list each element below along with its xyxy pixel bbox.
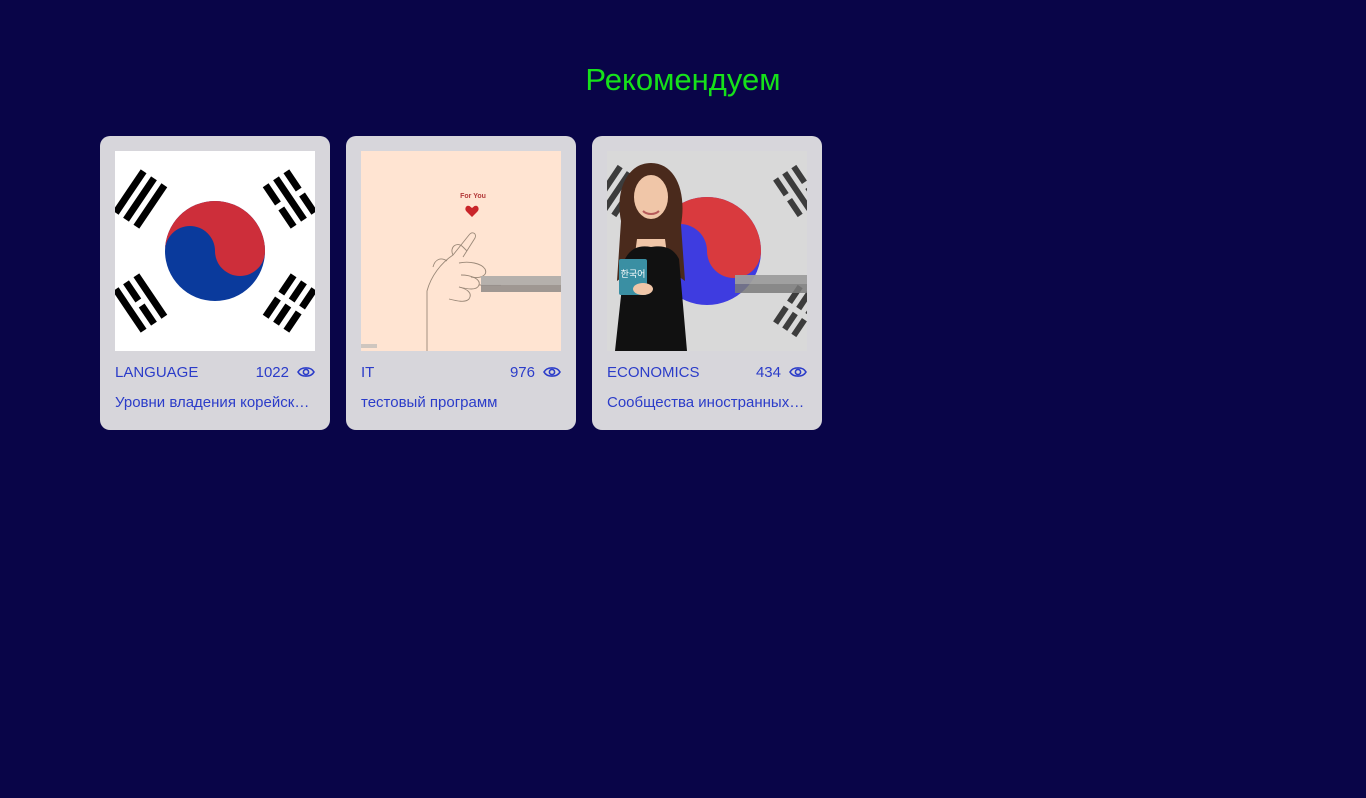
card-meta: LANGUAGE 1022 bbox=[115, 362, 315, 382]
card-title[interactable]: Сообщества иностранных студентов bbox=[607, 394, 807, 411]
card-meta: IT 976 bbox=[361, 362, 561, 382]
view-count: 1022 bbox=[256, 364, 315, 381]
eye-icon bbox=[543, 367, 561, 377]
card-category[interactable]: IT bbox=[361, 364, 374, 381]
svg-text:한국어: 한국어 bbox=[621, 269, 646, 280]
view-count-value: 434 bbox=[755, 363, 781, 381]
card-list: LANGUAGE 1022 Уровни владения корейским … bbox=[100, 136, 822, 430]
card-meta: ECONOMICS 434 bbox=[607, 362, 807, 382]
image-caption: For You bbox=[460, 193, 486, 200]
card-title[interactable]: тестовый программ bbox=[361, 394, 561, 411]
course-card[interactable]: For You IT 976 тестовый программ bbox=[346, 136, 576, 430]
recommendations-page: Рекомендуем LANGUAGE 1022 Уровни владени… bbox=[0, 0, 1366, 798]
card-title[interactable]: Уровни владения корейским языком bbox=[115, 394, 315, 411]
card-image-woman-with-korean-book[interactable]: 한국어 bbox=[607, 151, 807, 351]
course-card[interactable]: 한국어 ECONOMICS 434 Сообщества иностранных… bbox=[592, 136, 822, 430]
view-count: 976 bbox=[510, 364, 561, 381]
card-category[interactable]: LANGUAGE bbox=[115, 364, 198, 381]
card-image-korean-flag[interactable] bbox=[115, 151, 315, 351]
section-title: Рекомендуем bbox=[585, 62, 781, 97]
eye-icon bbox=[789, 367, 807, 377]
course-card[interactable]: LANGUAGE 1022 Уровни владения корейским … bbox=[100, 136, 330, 430]
view-count-value: 1022 bbox=[255, 363, 289, 381]
view-count: 434 bbox=[756, 364, 807, 381]
eye-icon bbox=[297, 367, 315, 377]
card-category[interactable]: ECONOMICS bbox=[607, 364, 700, 381]
view-count-value: 976 bbox=[509, 363, 535, 381]
card-image-finger-heart[interactable]: For You bbox=[361, 151, 561, 351]
